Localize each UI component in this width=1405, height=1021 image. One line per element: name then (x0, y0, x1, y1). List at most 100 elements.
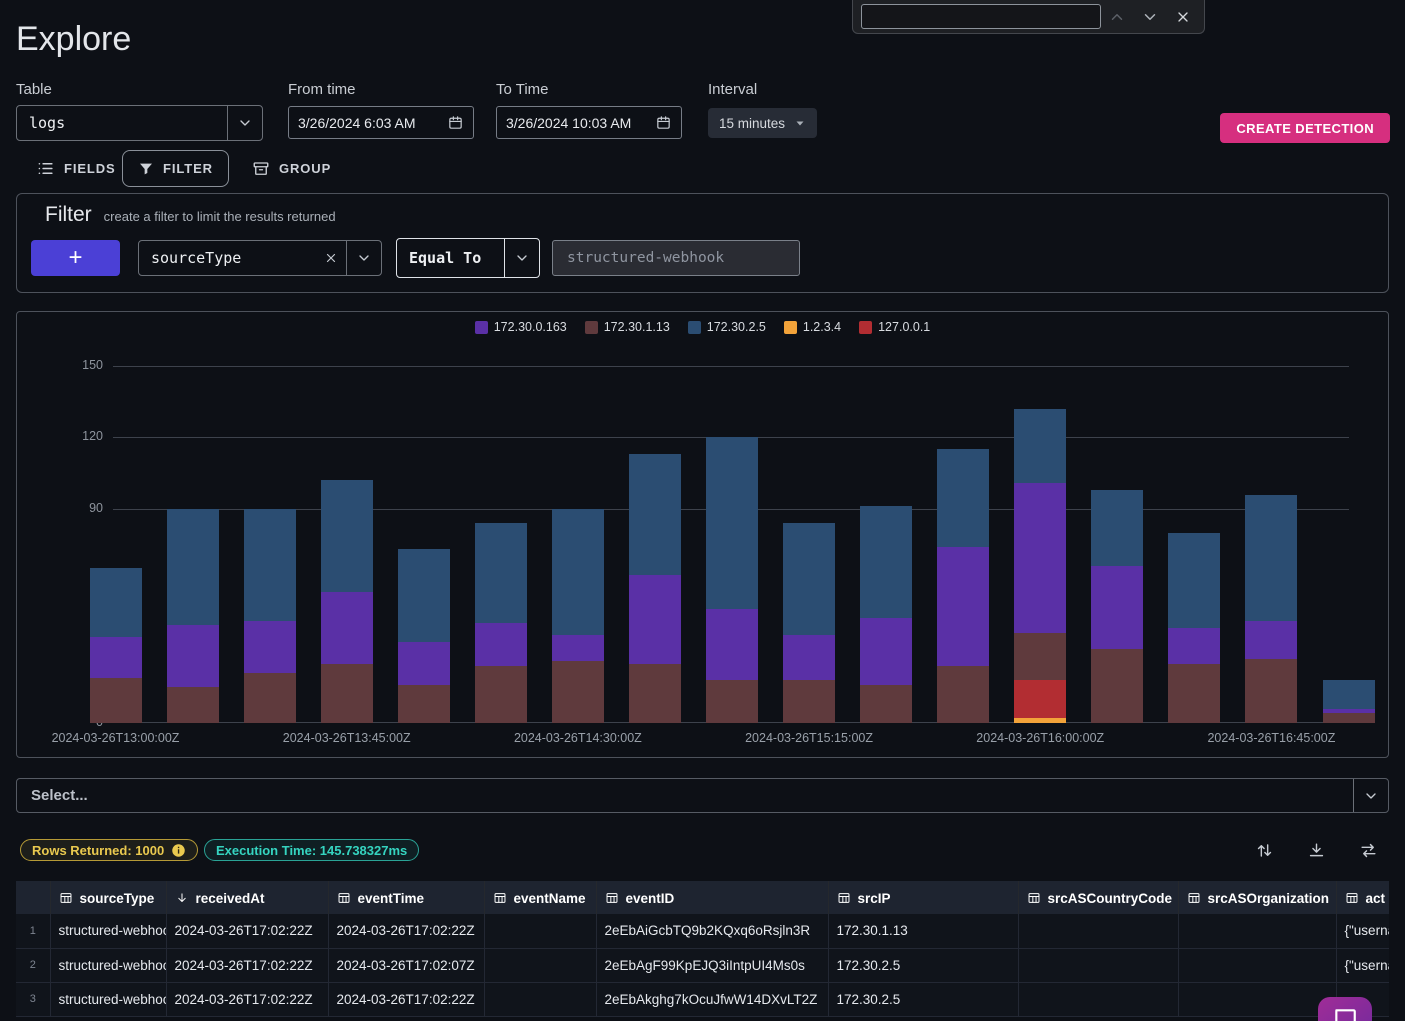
bar-segment (1245, 659, 1297, 723)
table-row[interactable]: 3structured-webhook2024-03-26T17:02:22Z2… (16, 982, 1389, 1016)
bar-segment (321, 592, 373, 663)
stacked-bar (1168, 533, 1220, 723)
legend-item: 172.30.0.163 (475, 320, 567, 334)
to-time-label: To Time (496, 81, 549, 98)
table-row[interactable]: 2structured-webhook2024-03-26T17:02:22Z2… (16, 948, 1389, 982)
filter-button[interactable]: FILTER (122, 150, 229, 187)
interval-select[interactable]: 15 minutes (708, 108, 817, 138)
download-button[interactable] (1298, 836, 1334, 864)
column-header-eventname[interactable]: eventName (484, 881, 596, 914)
bar-group (616, 366, 693, 723)
stacked-bar (475, 523, 527, 723)
sort-button[interactable] (1246, 836, 1282, 864)
rows-returned-badge: Rows Returned: 1000 (20, 839, 198, 861)
bar-segment (706, 609, 758, 680)
bar-segment (1014, 680, 1066, 718)
to-time-input[interactable] (506, 115, 655, 131)
fields-button[interactable]: FIELDS (30, 150, 122, 187)
table-cell: 2eEbAgF99KpEJQ3iIntpUI4Ms0s (596, 948, 828, 982)
legend-label: 127.0.0.1 (878, 320, 930, 334)
table-row[interactable]: 1structured-webhook2024-03-26T17:02:22Z2… (16, 914, 1389, 948)
column-header-index[interactable] (16, 881, 50, 914)
filter-panel-subtitle: create a filter to limit the results ret… (104, 209, 336, 224)
table-cell: structured-webhook (50, 914, 166, 948)
bar-segment (629, 575, 681, 663)
table-select-controls (227, 106, 262, 140)
x-axis-label: 2024-03-26T14:30:00Z (514, 731, 642, 745)
find-bar (852, 0, 1205, 34)
column-header-receivedat[interactable]: receivedAt (166, 881, 328, 914)
find-close-button[interactable] (1170, 4, 1196, 30)
bar-segment (1168, 628, 1220, 664)
column-header-label: sourceType (80, 890, 155, 905)
chart-x-axis: 2024-03-26T13:00:00Z2024-03-26T13:45:00Z… (77, 731, 1387, 747)
chat-widget-button[interactable] (1318, 997, 1372, 1021)
legend-swatch (784, 321, 797, 334)
chat-icon (1332, 1006, 1358, 1021)
legend-swatch (475, 321, 488, 334)
info-icon[interactable] (171, 843, 186, 858)
clear-filter-field-button[interactable] (316, 251, 346, 265)
stacked-bar (1245, 495, 1297, 723)
column-header-srcasorganization[interactable]: srcASOrganization (1178, 881, 1336, 914)
bar-segment (244, 509, 296, 621)
stacked-bar (1091, 490, 1143, 723)
table-cell: 2024-03-26T17:02:22Z (328, 982, 484, 1016)
find-input[interactable] (861, 4, 1101, 29)
table-cell (484, 982, 596, 1016)
stacked-bar (860, 506, 912, 723)
calendar-icon[interactable] (655, 114, 672, 131)
stacked-bar (398, 549, 450, 723)
bar-segment (937, 449, 989, 547)
grid-icon (605, 891, 619, 905)
x-axis-label: 2024-03-26T13:00:00Z (52, 731, 180, 745)
bar-group (1002, 366, 1079, 723)
group-button[interactable]: GROUP (246, 150, 337, 187)
from-time-input[interactable] (298, 115, 447, 131)
table-cell: 2eEbAiGcbTQ9b2KQxq6oRsjln3R (596, 914, 828, 948)
table-cell (1178, 914, 1336, 948)
table-cell: 172.30.1.13 (828, 914, 1018, 948)
legend-swatch (688, 321, 701, 334)
close-icon (1175, 9, 1191, 25)
find-next-button[interactable] (1137, 4, 1163, 30)
bar-segment (1168, 664, 1220, 724)
filter-operator-select[interactable]: Equal To (396, 238, 540, 278)
column-header-srcascountrycode[interactable]: srcASCountryCode (1018, 881, 1178, 914)
table-cell: 2024-03-26T17:02:22Z (166, 948, 328, 982)
column-header-sourcetype[interactable]: sourceType (50, 881, 166, 914)
add-filter-button[interactable]: + (31, 240, 120, 276)
filter-operator-controls (504, 239, 539, 277)
table-select[interactable]: logs (16, 105, 263, 141)
bar-segment (1014, 483, 1066, 633)
from-time-field (288, 106, 474, 139)
create-detection-button[interactable]: CREATE DETECTION (1220, 113, 1390, 143)
filter-field-select[interactable]: sourceType (138, 240, 382, 276)
funnel-icon (138, 161, 154, 177)
bar-group (771, 366, 848, 723)
legend-label: 172.30.0.163 (494, 320, 567, 334)
bar-group (308, 366, 385, 723)
calendar-icon[interactable] (447, 114, 464, 131)
chevron-down-icon (794, 117, 806, 129)
column-select-controls (1353, 779, 1388, 812)
column-header-srcip[interactable]: srcIP (828, 881, 1018, 914)
grid-icon (337, 891, 351, 905)
column-header-label: eventTime (358, 890, 425, 905)
refresh-button[interactable] (1350, 836, 1386, 864)
bar-segment (629, 664, 681, 724)
chart-bars (77, 366, 1387, 723)
table-cell: structured-webhook (50, 948, 166, 982)
find-previous-button[interactable] (1104, 4, 1130, 30)
stacked-bar (783, 523, 835, 723)
column-header-act[interactable]: act (1336, 881, 1389, 914)
explore-page: Explore Table logs From time To Time Int… (0, 0, 1405, 1021)
table-cell: structured-webhook (50, 982, 166, 1016)
column-header-eventid[interactable]: eventID (596, 881, 828, 914)
x-axis-label: 2024-03-26T15:15:00Z (745, 731, 873, 745)
bar-segment (167, 509, 219, 626)
filter-value-input[interactable] (565, 249, 787, 267)
stacked-bar (629, 454, 681, 723)
column-header-eventtime[interactable]: eventTime (328, 881, 484, 914)
column-select[interactable]: Select... (16, 778, 1389, 813)
